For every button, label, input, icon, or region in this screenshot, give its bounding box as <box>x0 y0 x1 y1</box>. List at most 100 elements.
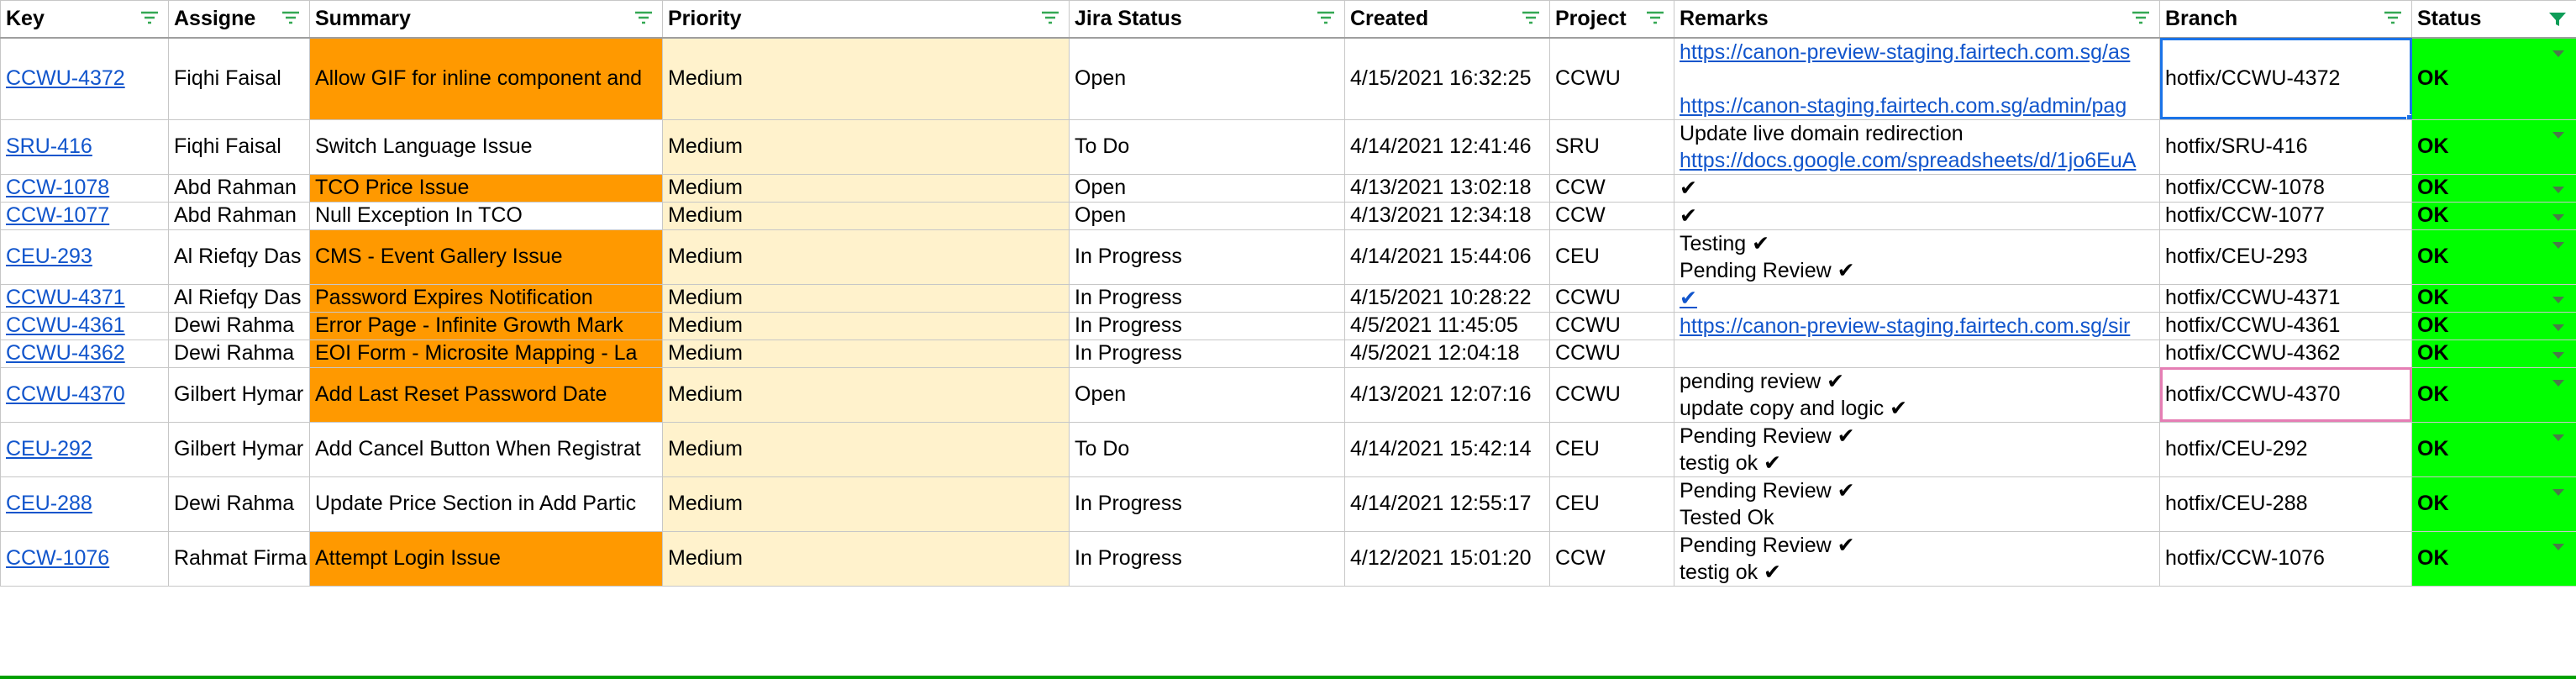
column-header-summary[interactable]: Summary <box>309 0 663 39</box>
status-cell[interactable]: OK <box>2411 173 2576 203</box>
filter-icon[interactable] <box>1316 11 1336 26</box>
project-cell[interactable]: CCWU <box>1549 37 1674 120</box>
created-cell[interactable]: 4/15/2021 16:32:25 <box>1344 37 1550 120</box>
project-cell[interactable]: CCW <box>1549 201 1674 230</box>
assignee-cell[interactable]: Rahmat Firma <box>168 530 310 587</box>
issue-key-link[interactable]: CCWU-4361 <box>6 313 125 337</box>
remarks-cell[interactable]: ✔ <box>1674 173 2160 203</box>
branch-cell[interactable]: hotfix/CCWU-4362 <box>2159 339 2412 368</box>
summary-cell[interactable]: Error Page - Infinite Growth Mark <box>309 311 663 340</box>
dropdown-arrow-icon[interactable] <box>2552 186 2564 193</box>
assignee-cell[interactable]: Dewi Rahma <box>168 476 310 532</box>
assignee-cell[interactable]: Abd Rahman <box>168 173 310 203</box>
jira-status-cell[interactable]: Open <box>1069 173 1345 203</box>
status-cell[interactable]: OK <box>2411 530 2576 587</box>
remarks-cell[interactable]: Update live domain redirection https://do… <box>1674 118 2160 175</box>
status-cell[interactable]: OK <box>2411 37 2576 120</box>
project-cell[interactable]: CCW <box>1549 530 1674 587</box>
dropdown-arrow-icon[interactable] <box>2552 131 2564 139</box>
issue-key-link[interactable]: CCWU-4362 <box>6 341 125 365</box>
summary-cell[interactable]: Allow GIF for inline component and <box>309 37 663 120</box>
column-header-created[interactable]: Created <box>1344 0 1550 39</box>
created-cell[interactable]: 4/14/2021 15:42:14 <box>1344 421 1550 477</box>
issue-key-link[interactable]: CEU-293 <box>6 245 92 268</box>
summary-cell[interactable]: Add Cancel Button When Registrat <box>309 421 663 477</box>
summary-cell[interactable]: Password Expires Notification <box>309 283 663 313</box>
branch-cell[interactable]: hotfix/CCWU-4361 <box>2159 311 2412 340</box>
branch-cell[interactable]: hotfix/CEU-292 <box>2159 421 2412 477</box>
dropdown-arrow-icon[interactable] <box>2552 351 2564 359</box>
issue-key-link[interactable]: CCWU-4370 <box>6 382 125 406</box>
dropdown-arrow-icon[interactable] <box>2552 543 2564 550</box>
filter-icon[interactable] <box>1645 11 1665 26</box>
priority-cell[interactable]: Medium <box>662 366 1070 423</box>
status-cell[interactable]: OK <box>2411 366 2576 423</box>
priority-cell[interactable]: Medium <box>662 311 1070 340</box>
created-cell[interactable]: 4/14/2021 12:55:17 <box>1344 476 1550 532</box>
assignee-cell[interactable]: Abd Rahman <box>168 201 310 230</box>
status-cell[interactable]: OK <box>2411 118 2576 175</box>
filter-icon[interactable] <box>281 11 301 26</box>
priority-cell[interactable]: Medium <box>662 339 1070 368</box>
created-cell[interactable]: 4/14/2021 12:41:46 <box>1344 118 1550 175</box>
dropdown-arrow-icon[interactable] <box>2552 241 2564 249</box>
jira-status-cell[interactable]: To Do <box>1069 118 1345 175</box>
issue-key-link[interactable]: CEU-288 <box>6 492 92 515</box>
remarks-line[interactable]: https://canon-preview-staging.fairtech.c… <box>1680 39 2154 66</box>
dropdown-arrow-icon[interactable] <box>2552 296 2564 303</box>
remarks-cell[interactable]: pending review ✔ update copy and logic ✔ <box>1674 366 2160 423</box>
branch-cell[interactable]: hotfix/CCW-1076 <box>2159 530 2412 587</box>
summary-cell[interactable]: TCO Price Issue <box>309 173 663 203</box>
filter-icon[interactable] <box>1040 11 1060 26</box>
key-cell[interactable]: CCWU-4370 <box>0 366 169 423</box>
branch-cell[interactable]: hotfix/CEU-288 <box>2159 476 2412 532</box>
summary-cell[interactable]: Switch Language Issue <box>309 118 663 175</box>
project-cell[interactable]: CCWU <box>1549 366 1674 423</box>
filter-icon[interactable] <box>139 11 160 26</box>
key-cell[interactable]: CEU-292 <box>0 421 169 477</box>
priority-cell[interactable]: Medium <box>662 173 1070 203</box>
issue-key-link[interactable]: CCWU-4371 <box>6 286 125 309</box>
column-header-remarks[interactable]: Remarks <box>1674 0 2160 39</box>
branch-cell[interactable]: hotfix/CCWU-4370 <box>2159 366 2412 423</box>
priority-cell[interactable]: Medium <box>662 283 1070 313</box>
key-cell[interactable]: CCW-1078 <box>0 173 169 203</box>
column-header-branch[interactable]: Branch <box>2159 0 2412 39</box>
jira-status-cell[interactable]: In Progress <box>1069 283 1345 313</box>
remarks-cell[interactable]: ✔ <box>1674 283 2160 313</box>
column-header-priority[interactable]: Priority <box>662 0 1070 39</box>
key-cell[interactable]: CEU-288 <box>0 476 169 532</box>
assignee-cell[interactable]: Fiqhi Faisal <box>168 118 310 175</box>
status-cell[interactable]: OK <box>2411 283 2576 313</box>
key-cell[interactable]: CCWU-4361 <box>0 311 169 340</box>
status-cell[interactable]: OK <box>2411 229 2576 285</box>
branch-cell[interactable]: hotfix/CCWU-4372 <box>2159 37 2412 120</box>
remarks-cell[interactable]: https://canon-preview-staging.fairtech.c… <box>1674 311 2160 340</box>
key-cell[interactable]: CEU-293 <box>0 229 169 285</box>
remarks-cell[interactable]: Pending Review ✔ testig ok ✔ <box>1674 530 2160 587</box>
remarks-cell[interactable]: Pending Review ✔ Tested Ok <box>1674 476 2160 532</box>
remarks-line[interactable]: https://canon-staging.fairtech.com.sg/ad… <box>1680 92 2154 119</box>
dropdown-arrow-icon[interactable] <box>2552 488 2564 496</box>
project-cell[interactable]: CEU <box>1549 421 1674 477</box>
branch-cell[interactable]: hotfix/SRU-416 <box>2159 118 2412 175</box>
dropdown-arrow-icon[interactable] <box>2552 213 2564 221</box>
status-cell[interactable]: OK <box>2411 311 2576 340</box>
created-cell[interactable]: 4/5/2021 12:04:18 <box>1344 339 1550 368</box>
key-cell[interactable]: SRU-416 <box>0 118 169 175</box>
created-cell[interactable]: 4/12/2021 15:01:20 <box>1344 530 1550 587</box>
branch-cell[interactable]: hotfix/CCW-1078 <box>2159 173 2412 203</box>
assignee-cell[interactable]: Dewi Rahma <box>168 339 310 368</box>
remarks-line[interactable]: ✔ <box>1680 285 2154 311</box>
project-cell[interactable]: CEU <box>1549 476 1674 532</box>
issue-key-link[interactable]: CCW-1076 <box>6 546 109 570</box>
assignee-cell[interactable]: Gilbert Hymar <box>168 421 310 477</box>
branch-cell[interactable]: hotfix/CEU-293 <box>2159 229 2412 285</box>
dropdown-arrow-icon[interactable] <box>2552 434 2564 441</box>
jira-status-cell[interactable]: In Progress <box>1069 530 1345 587</box>
branch-cell[interactable]: hotfix/CCW-1077 <box>2159 201 2412 230</box>
assignee-cell[interactable]: Fiqhi Faisal <box>168 37 310 120</box>
assignee-cell[interactable]: Dewi Rahma <box>168 311 310 340</box>
remarks-cell[interactable] <box>1674 339 2160 368</box>
project-cell[interactable]: CCWU <box>1549 283 1674 313</box>
